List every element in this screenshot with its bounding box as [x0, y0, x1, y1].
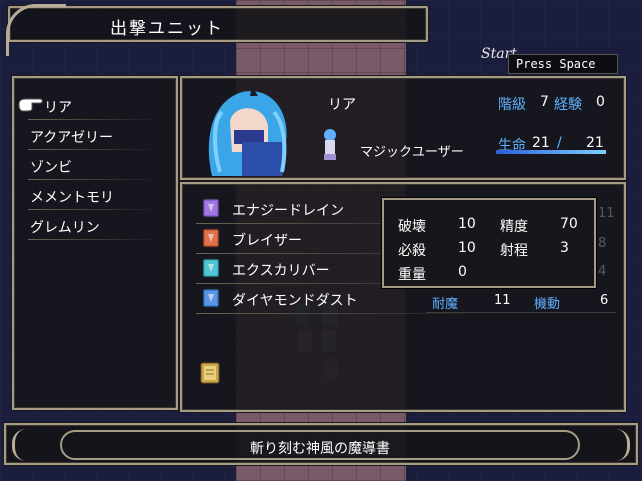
- press-space-label: Press Space: [516, 57, 596, 71]
- frame-ornament: [602, 429, 630, 461]
- frame-ornament: [12, 429, 40, 461]
- item-name: ブレイザー: [232, 233, 302, 249]
- hp-separator: /: [557, 135, 562, 151]
- description-bar: 斬り刻む神風の魔導書: [4, 423, 638, 465]
- bg-stat-value: 11: [598, 206, 615, 221]
- range-label: 射程: [500, 243, 528, 259]
- item-description: 斬り刻む神風の魔導書: [250, 441, 390, 457]
- item-name: エクスカリバー: [232, 263, 330, 279]
- item-name: ダイヤモンドダスト: [232, 293, 358, 309]
- unit-name: ゾンビ: [30, 160, 72, 176]
- purple-tome-icon: [202, 198, 220, 218]
- divider: [28, 179, 160, 180]
- unit-portrait: [208, 86, 287, 176]
- item-stats-popup: 破壊 10 精度 70 必殺 10 射程 3 重量 0: [382, 198, 596, 288]
- weight-label: 重量: [398, 267, 426, 283]
- level-label: 階級: [498, 97, 526, 113]
- unit-name: リア: [44, 100, 72, 116]
- unit-list-item[interactable]: メメントモリ: [28, 184, 160, 210]
- title-ornament: [6, 4, 66, 56]
- unit-name: グレムリン: [30, 220, 100, 236]
- item-row[interactable]: ダイヤモンドダスト: [196, 286, 466, 314]
- description-frame: 斬り刻む神風の魔導書: [60, 430, 580, 460]
- unit-list-item[interactable]: リア: [18, 94, 160, 120]
- crit-label: 必殺: [398, 243, 426, 259]
- hp-max: 21: [586, 135, 604, 151]
- unit-info-panel: リア マジックユーザー 階級 7 経験 0 生命 21 / 21: [180, 76, 626, 180]
- exp-label: 経験: [554, 97, 582, 113]
- unit-map-sprite: [324, 129, 336, 160]
- exp-value: 0: [596, 94, 605, 110]
- unit-class: マジックユーザー: [360, 145, 464, 160]
- divider: [28, 149, 160, 150]
- unit-name-display: リア: [328, 97, 356, 113]
- res-value: 11: [494, 293, 511, 308]
- range-value: 3: [560, 240, 569, 256]
- divider: [28, 119, 160, 120]
- bg-stat-value: 4: [598, 264, 607, 279]
- title-bar: 出撃ユニット: [6, 4, 428, 56]
- bg-stat-value: 8: [598, 236, 607, 251]
- crit-value: 10: [458, 240, 476, 256]
- red-tome-icon: [202, 228, 220, 248]
- hit-value: 70: [560, 216, 578, 232]
- mov-label: 機動: [534, 297, 561, 312]
- unit-name: アクアゼリー: [30, 130, 114, 146]
- hp-current: 21: [532, 135, 550, 151]
- unit-list-item[interactable]: アクアゼリー: [28, 124, 160, 150]
- page-title: 出撃ユニット: [110, 19, 224, 39]
- mov-value: 6: [600, 293, 609, 308]
- divider: [28, 239, 160, 240]
- divider: [196, 313, 466, 314]
- blue-tome-icon: [202, 288, 220, 308]
- unit-name: メメントモリ: [30, 190, 114, 206]
- item-name: エナジードレイン: [232, 203, 344, 219]
- pointing-hand-icon: [18, 98, 43, 112]
- teal-tome-icon: [202, 258, 220, 278]
- might-value: 10: [458, 216, 476, 232]
- unit-list-item[interactable]: ゾンビ: [28, 154, 160, 180]
- weight-value: 0: [458, 264, 467, 280]
- might-label: 破壊: [398, 219, 426, 235]
- level-value: 7: [540, 94, 549, 110]
- unit-list-panel: リア アクアゼリー ゾンビ メメントモリ グレムリン: [12, 76, 178, 410]
- discard-item-icon[interactable]: [200, 362, 220, 384]
- hit-label: 精度: [500, 219, 528, 235]
- unit-list-item[interactable]: グレムリン: [28, 214, 160, 240]
- hp-bar: [496, 150, 606, 154]
- press-space-button[interactable]: Press Space: [508, 54, 618, 74]
- divider: [28, 209, 160, 210]
